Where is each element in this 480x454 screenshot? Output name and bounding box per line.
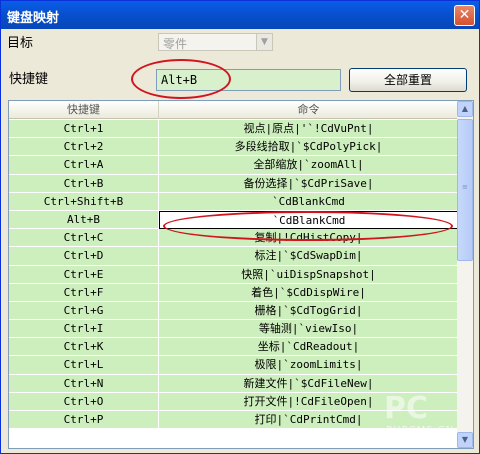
command-cell[interactable]: `CdBlankCmd [159, 192, 459, 211]
command-cell[interactable]: 快照|`uiDispSnapshot| [159, 265, 459, 284]
table-row[interactable]: Ctrl+B 备份选择|`$CdPriSave| [9, 174, 459, 193]
command-cell[interactable]: 备份选择|`$CdPriSave| [159, 174, 459, 193]
shortcut-cell[interactable]: Ctrl+O [9, 392, 159, 411]
command-cell[interactable]: 标注|`$CdSwapDim| [159, 247, 459, 266]
table-row[interactable]: Ctrl+2 多段线拾取|`$CdPolyPick| [9, 138, 459, 157]
grip-icon: ≡ [462, 183, 468, 191]
table-row[interactable]: Ctrl+P 打印|`CdPrintCmd| [9, 411, 459, 430]
table-header: 快捷键 命令 [9, 101, 459, 119]
scroll-up-button[interactable]: ▲ [457, 101, 473, 117]
scroll-down-button[interactable]: ▼ [457, 432, 473, 448]
chevron-down-icon: ▼ [256, 34, 272, 50]
shortcut-table: 快捷键 命令 Ctrl+1 视点|原点|'`!CdVuPnt| Ctrl+2 多段线拾… [8, 100, 474, 449]
command-cell[interactable]: `CdBlankCmd [159, 210, 459, 230]
command-cell[interactable]: 坐标|`CdReadout| [159, 338, 459, 357]
command-cell[interactable]: 多段线拾取|`$CdPolyPick| [159, 138, 459, 157]
table-row[interactable]: Ctrl+C 复制|!CdHistCopy| [9, 229, 459, 248]
command-cell[interactable]: 等轴测|`viewIso| [159, 320, 459, 339]
command-cell[interactable]: 复制|!CdHistCopy| [159, 229, 459, 248]
keyboard-mapping-dialog: 键盘映射 ✕ 目标 零件 ▼ 快捷键 Alt+B 全部重置 快捷键 命令 Ctr… [0, 0, 480, 454]
target-combobox-value: 零件 [163, 37, 188, 51]
window-title: 键盘映射 [7, 11, 60, 26]
table-row[interactable]: Ctrl+G 栅格|`$CdTogGrid| [9, 301, 459, 321]
table-row[interactable]: Ctrl+L 极限|`zoomLimits| [9, 356, 459, 375]
table-row[interactable]: Ctrl+N 新建文件|`$CdFileNew| [9, 374, 459, 393]
command-cell[interactable]: 新建文件|`$CdFileNew| [159, 374, 459, 393]
table-row[interactable]: Ctrl+F 着色|`$CdDispWire| [9, 283, 459, 302]
shortcut-cell[interactable]: Alt+B [9, 210, 159, 230]
shortcut-cell[interactable]: Ctrl+Shift+B [9, 192, 159, 211]
title-bar: 键盘映射 ✕ [1, 1, 479, 29]
target-label: 目标 [7, 36, 34, 51]
close-button[interactable]: ✕ [454, 5, 475, 26]
shortcut-label: 快捷键 [9, 72, 49, 87]
shortcut-input[interactable]: Alt+B [156, 69, 341, 91]
shortcut-cell[interactable]: Ctrl+B [9, 174, 159, 193]
command-cell[interactable]: 着色|`$CdDispWire| [159, 283, 459, 302]
command-cell[interactable]: 极限|`zoomLimits| [159, 356, 459, 375]
shortcut-cell[interactable]: Ctrl+P [9, 411, 159, 430]
command-cell[interactable]: 打开文件|!CdFileOpen| [159, 392, 459, 411]
table-row[interactable]: Ctrl+E 快照|`uiDispSnapshot| [9, 265, 459, 284]
shortcut-cell[interactable]: Ctrl+L [9, 356, 159, 375]
table-row[interactable]: Ctrl+K 坐标|`CdReadout| [9, 338, 459, 357]
table-row[interactable]: Ctrl+Shift+B `CdBlankCmd [9, 192, 459, 211]
shortcut-cell[interactable]: Ctrl+C [9, 229, 159, 248]
vertical-scrollbar[interactable]: ▲ ≡ ▼ [457, 101, 473, 448]
column-header-command[interactable]: 命令 [159, 101, 459, 119]
shortcut-cell[interactable]: Ctrl+A [9, 156, 159, 175]
command-cell[interactable]: 栅格|`$CdTogGrid| [159, 301, 459, 321]
reset-all-button[interactable]: 全部重置 [349, 68, 467, 92]
shortcut-cell[interactable]: Ctrl+D [9, 247, 159, 266]
shortcut-cell[interactable]: Ctrl+G [9, 301, 159, 321]
shortcut-cell[interactable]: Ctrl+1 [9, 120, 159, 139]
table-row[interactable]: Ctrl+1 视点|原点|'`!CdVuPnt| [9, 120, 459, 139]
shortcut-cell[interactable]: Ctrl+K [9, 338, 159, 357]
column-header-shortcut[interactable]: 快捷键 [9, 101, 159, 119]
command-cell[interactable]: 打印|`CdPrintCmd| [159, 411, 459, 430]
shortcut-cell[interactable]: Ctrl+2 [9, 138, 159, 157]
target-combobox[interactable]: 零件 ▼ [158, 33, 273, 51]
shortcut-cell[interactable]: Ctrl+I [9, 320, 159, 339]
table-row[interactable]: Ctrl+D 标注|`$CdSwapDim| [9, 247, 459, 266]
table-row[interactable]: Ctrl+I 等轴测|`viewIso| [9, 320, 459, 339]
table-row[interactable]: Alt+B `CdBlankCmd [9, 210, 459, 230]
table-body: Ctrl+1 视点|原点|'`!CdVuPnt| Ctrl+2 多段线拾取|`$CdP… [9, 120, 459, 430]
shortcut-cell[interactable]: Ctrl+N [9, 374, 159, 393]
command-cell[interactable]: 视点|原点|'`!CdVuPnt| [159, 120, 459, 139]
shortcut-cell[interactable]: Ctrl+E [9, 265, 159, 284]
table-row[interactable]: Ctrl+O 打开文件|!CdFileOpen| [9, 392, 459, 411]
command-cell[interactable]: 全部缩放|`zoomAll| [159, 156, 459, 175]
scroll-thumb[interactable]: ≡ [457, 119, 473, 261]
table-row[interactable]: Ctrl+A 全部缩放|`zoomAll| [9, 156, 459, 175]
shortcut-cell[interactable]: Ctrl+F [9, 283, 159, 302]
